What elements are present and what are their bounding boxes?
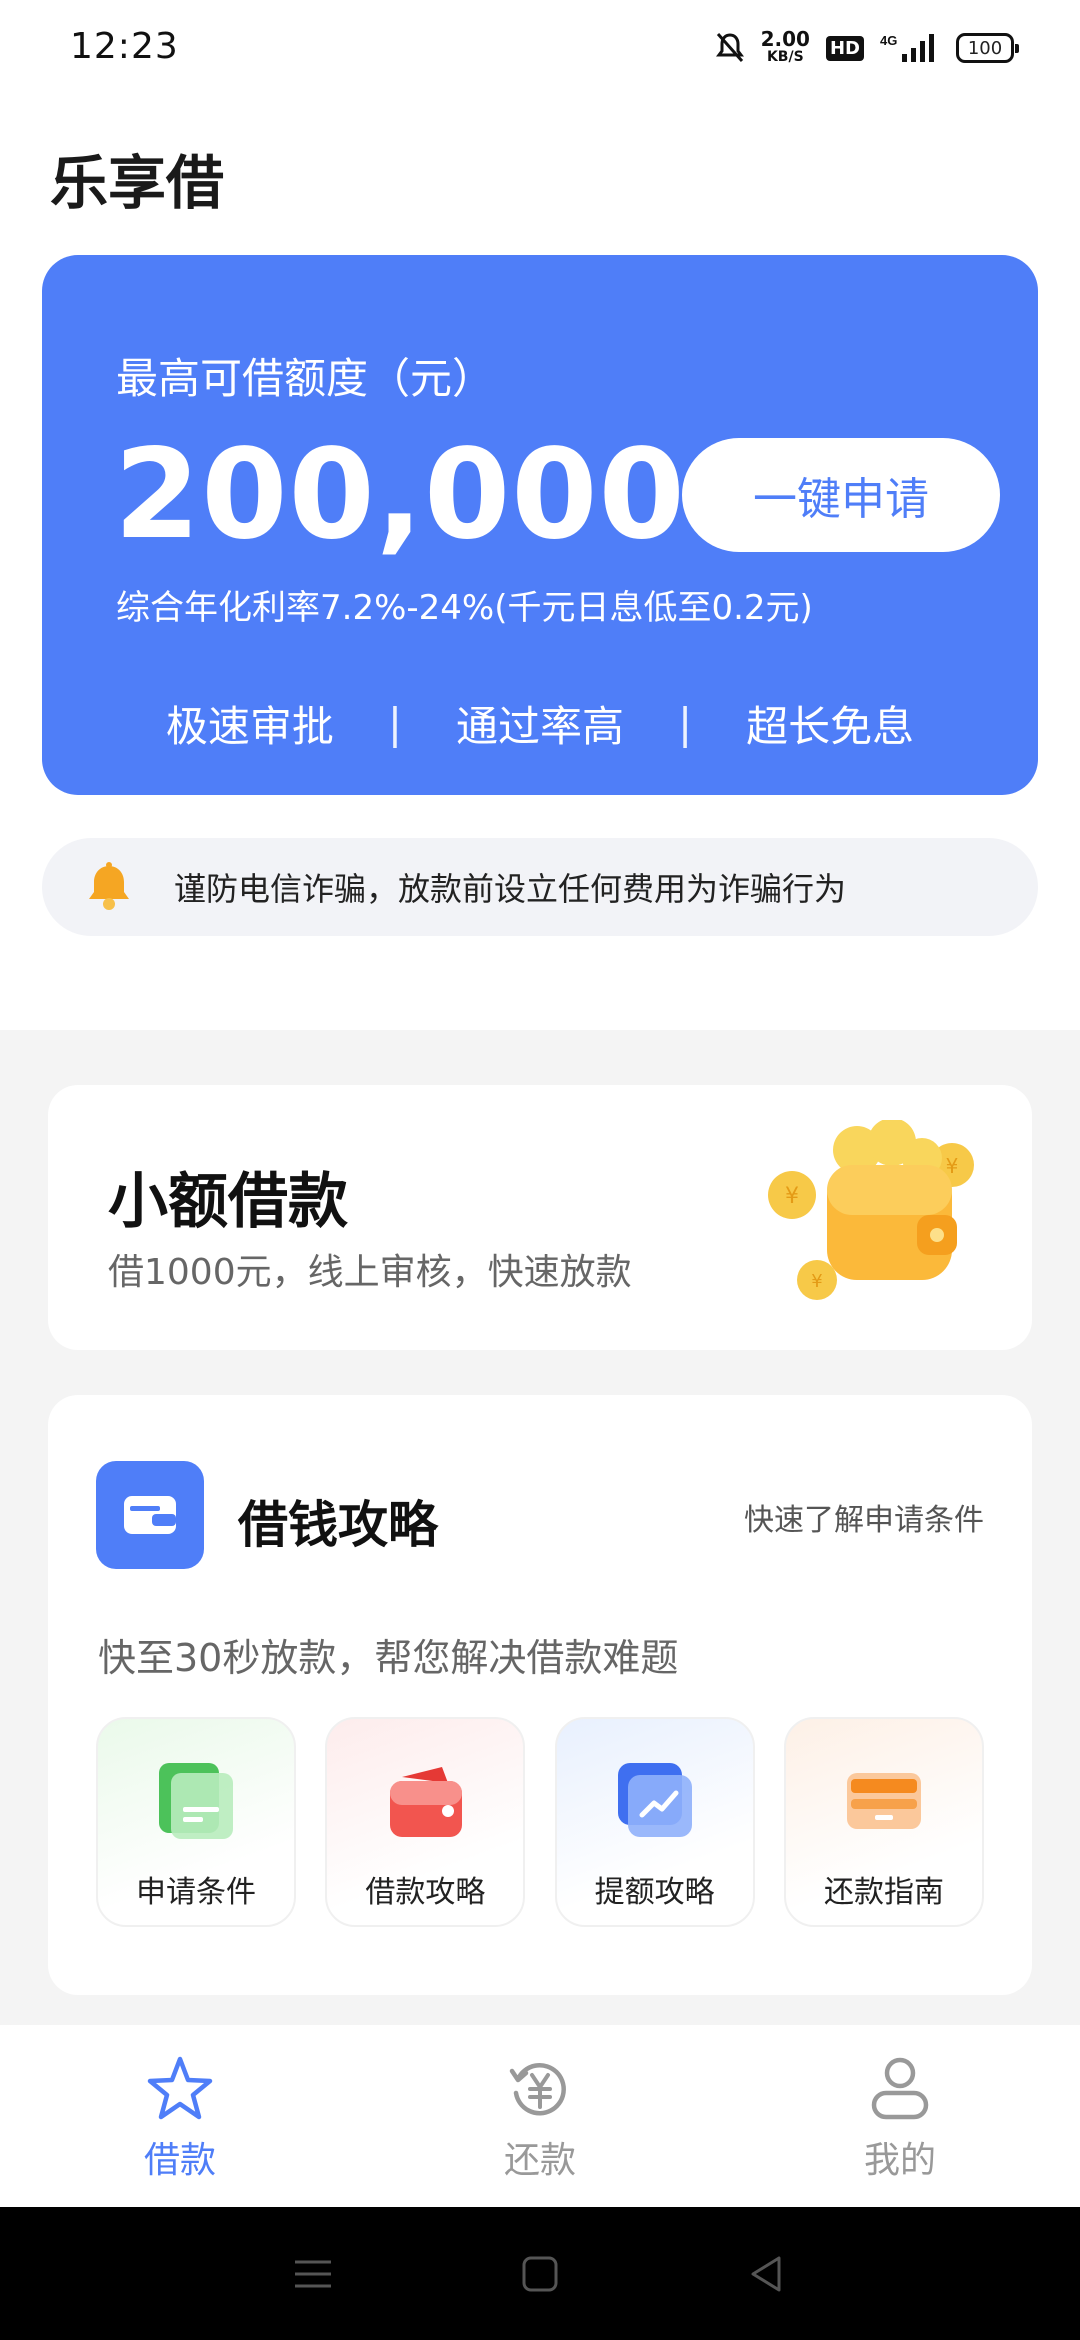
apply-button[interactable]: 一键申请 [682, 438, 1000, 552]
wallet-coins-icon: ¥ ¥ ¥ [768, 1120, 974, 1300]
bell-icon [89, 862, 129, 910]
feature-separator: | [387, 699, 402, 748]
apply-conditions-link[interactable]: 快速了解申请条件 [744, 1495, 984, 1539]
status-time: 12:23 [70, 26, 179, 67]
svg-text:¥: ¥ [811, 1271, 822, 1292]
notice-text: 谨防电信诈骗，放款前设立任何费用为诈骗行为 [174, 870, 847, 908]
tab-mine[interactable]: 我的 [720, 2025, 1080, 2207]
tile-loan-strategy[interactable]: 借款攻略 [325, 1717, 526, 1927]
page-title: 乐享借 [50, 149, 225, 217]
status-bar: 12:23 2.00 KB/S HD 4G 100 [0, 0, 1080, 96]
svg-text:¥: ¥ [946, 1154, 959, 1178]
signal-4g-icon: 4G [880, 33, 934, 62]
person-icon [871, 2057, 929, 2120]
guide-title: 借钱攻略 [238, 1496, 438, 1554]
tile-label: 提额攻略 [594, 1875, 715, 1910]
mute-bell-icon [715, 33, 744, 62]
status-icons: 2.00 KB/S HD 4G 100 [715, 26, 1019, 70]
fraud-notice-bar[interactable]: 谨防电信诈骗，放款前设立任何费用为诈骗行为 [42, 838, 1038, 936]
tab-borrow[interactable]: 借款 [0, 2025, 360, 2207]
home-icon[interactable] [518, 2252, 562, 2296]
credit-limit-card: 最高可借额度（元） 200,000 一键申请 综合年化利率7.2%-24%(千元… [42, 255, 1038, 795]
tile-repayment-guide[interactable]: 还款指南 [783, 1717, 984, 1927]
tile-label: 还款指南 [823, 1875, 944, 1910]
menu-icon[interactable] [291, 2252, 335, 2296]
tile-label: 借款攻略 [365, 1875, 486, 1910]
feature-item: 通过率高 [455, 702, 624, 751]
back-icon[interactable] [745, 2252, 789, 2296]
guide-tiles: 申请条件 借款攻略 提额攻略 还款指南 [96, 1717, 984, 1927]
system-nav-bar [0, 2207, 1080, 2340]
hd-badge: HD [825, 35, 864, 61]
red-wallet-icon [390, 1767, 463, 1837]
battery-icon: 100 [956, 33, 1019, 63]
bottom-tab-bar: 借款 还款 我的 [0, 2025, 1080, 2207]
tab-repay[interactable]: 还款 [360, 2025, 720, 2207]
small-loan-card[interactable]: 小额借款 借1000元，线上审核，快速放款 ¥ ¥ ¥ [48, 1085, 1032, 1350]
wallet-icon [96, 1461, 204, 1569]
tab-label: 还款 [503, 2140, 576, 2181]
feature-item: 极速审批 [165, 702, 334, 751]
feature-separator: | [678, 699, 693, 748]
tab-label: 借款 [143, 2140, 216, 2181]
blue-chart-icon [617, 1763, 692, 1837]
guide-description: 快至30秒放款，帮您解决借款难题 [98, 1636, 679, 1680]
svg-text:4G: 4G [880, 33, 897, 48]
loan-guide-card: 借钱攻略 快速了解申请条件 快至30秒放款，帮您解决借款难题 申请条件 借款攻略 [48, 1395, 1032, 1995]
interest-rate-text: 综合年化利率7.2%-24%(千元日息低至0.2元) [116, 588, 813, 628]
yen-cycle-icon [509, 2063, 566, 2116]
tile-label: 申请条件 [136, 1875, 256, 1910]
feature-item: 超长免息 [746, 702, 915, 751]
svg-text:¥: ¥ [785, 1184, 799, 1209]
green-card-icon [159, 1763, 233, 1839]
tile-limit-increase[interactable]: 提额攻略 [554, 1717, 755, 1927]
credit-limit-label: 最高可借额度（元） [116, 354, 495, 403]
credit-limit-amount: 200,000 [114, 423, 686, 567]
feature-list: 极速审批 | 通过率高 | 超长免息 [42, 693, 1038, 754]
orange-card-icon [846, 1773, 921, 1829]
tab-label: 我的 [863, 2140, 936, 2181]
net-speed: 2.00 KB/S [760, 27, 810, 65]
small-loan-subtitle: 借1000元，线上审核，快速放款 [108, 1252, 632, 1293]
star-icon [147, 2056, 213, 2120]
small-loan-title: 小额借款 [108, 1167, 348, 1237]
tile-apply-conditions[interactable]: 申请条件 [96, 1717, 296, 1927]
